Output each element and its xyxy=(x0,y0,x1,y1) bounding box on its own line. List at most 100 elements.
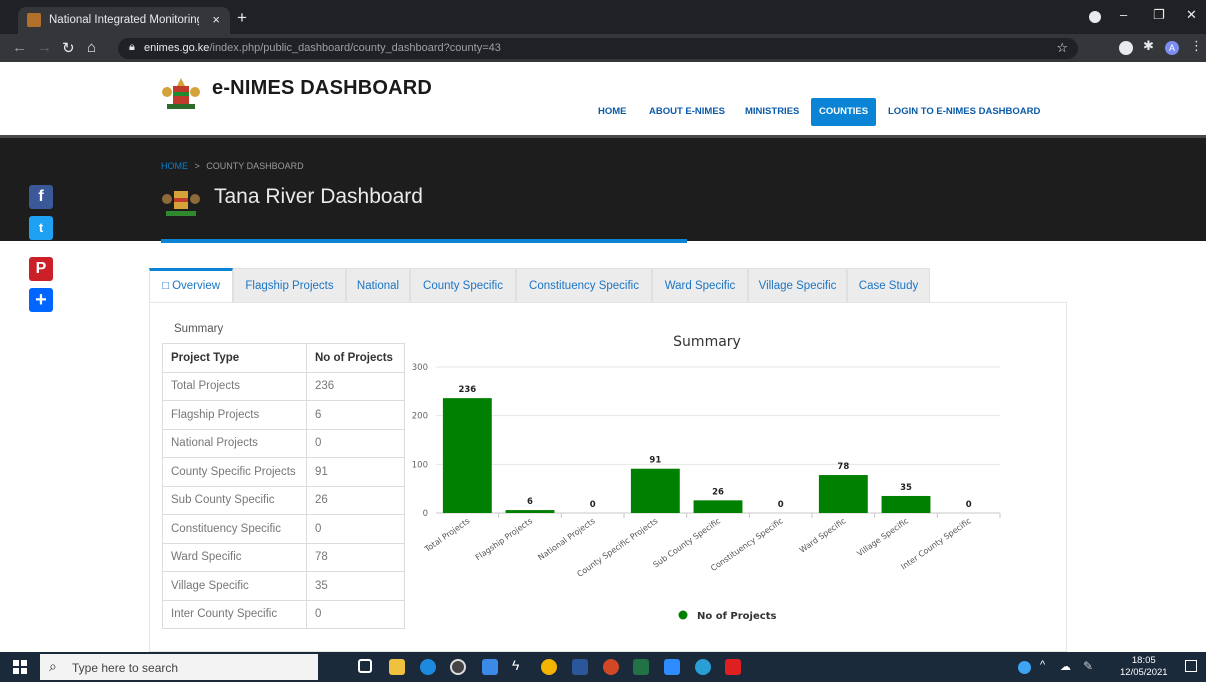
breadcrumb-current: COUNTY DASHBOARD xyxy=(206,161,304,171)
site-brand[interactable]: e-NIMES DASHBOARD xyxy=(212,77,432,100)
back-icon[interactable]: ← xyxy=(12,39,27,56)
tab-county-specific[interactable]: County Specific xyxy=(410,268,516,302)
pen-icon[interactable]: ✎ xyxy=(1083,659,1093,673)
telegram-icon[interactable] xyxy=(695,659,711,675)
y-tick-label: 100 xyxy=(412,460,428,470)
row-count: 78 xyxy=(306,542,405,572)
pinterest-icon: P xyxy=(35,260,47,277)
reload-icon[interactable]: ↻ xyxy=(62,39,75,57)
table-row: Total Projects 236 xyxy=(162,371,405,401)
zoom-icon[interactable] xyxy=(664,659,680,675)
row-type: National Projects xyxy=(162,428,307,458)
weather-icon[interactable] xyxy=(1018,661,1031,674)
taskbar-search-input[interactable]: ⌕ Type here to search xyxy=(40,654,318,680)
nav-ministries[interactable]: MINISTRIES xyxy=(745,98,799,126)
windows-start-icon[interactable] xyxy=(13,660,27,674)
plus-icon: + xyxy=(35,289,47,311)
chart-x-labels: Total Projects Flagship Projects National … xyxy=(422,516,973,579)
dropbox-icon[interactable] xyxy=(482,659,498,675)
browser-tab-title: National Integrated Monitoring a xyxy=(49,14,199,26)
search-placeholder: Type here to search xyxy=(72,661,179,675)
bar[interactable] xyxy=(818,475,868,513)
tab-ward-specific[interactable]: Ward Specific xyxy=(652,268,748,302)
table-row: National Projects 0 xyxy=(162,428,405,458)
chevron-up-icon[interactable]: ^ xyxy=(1040,659,1045,671)
breadcrumb: HOME > COUNTY DASHBOARD xyxy=(161,161,304,171)
bar[interactable] xyxy=(693,500,743,513)
bar-value-label: 35 xyxy=(900,483,912,493)
table-row: Ward Specific 78 xyxy=(162,542,405,572)
new-tab-button[interactable]: + xyxy=(237,8,247,28)
address-bar[interactable]: 🔒︎ enimes.go.ke/index.php/public_dashboa… xyxy=(118,38,1078,59)
breadcrumb-home[interactable]: HOME xyxy=(161,161,188,171)
file-explorer-icon[interactable] xyxy=(389,659,405,675)
bookmark-star-icon[interactable]: ☆ xyxy=(1056,40,1068,56)
taskbar-clock[interactable]: 18:05 12/05/2021 xyxy=(1120,655,1168,679)
bar[interactable] xyxy=(505,510,555,513)
word-icon[interactable] xyxy=(572,659,588,675)
maximize-button[interactable]: ❐ xyxy=(1153,7,1165,23)
bar[interactable] xyxy=(881,495,931,513)
tab-flagship-projects[interactable]: Flagship Projects xyxy=(233,268,346,302)
nav-home[interactable]: HOME xyxy=(598,98,627,126)
pdf-reader-icon[interactable] xyxy=(725,659,741,675)
tab-constituency-specific[interactable]: Constituency Specific xyxy=(516,268,652,302)
tab-overview[interactable]: □ Overview xyxy=(149,268,233,302)
x-tick-label: Sub County Specific xyxy=(651,516,722,569)
summary-table: Project Type No of Projects Total Projec… xyxy=(162,343,405,629)
profile-menu-icon[interactable] xyxy=(1089,11,1101,23)
row-type: Flagship Projects xyxy=(162,400,307,430)
lock-icon: 🔒︎ xyxy=(129,41,135,53)
bar-value-label: 78 xyxy=(837,462,849,472)
forward-icon[interactable]: → xyxy=(37,39,52,56)
media-icon[interactable] xyxy=(450,659,466,675)
minimize-button[interactable]: – xyxy=(1120,7,1127,22)
cloud-icon[interactable]: ☁ xyxy=(1060,660,1071,673)
extension-icon[interactable] xyxy=(1119,41,1133,55)
tab-national[interactable]: National xyxy=(346,268,410,302)
table-row: Sub County Specific 26 xyxy=(162,485,405,515)
edge-icon[interactable] xyxy=(420,659,436,675)
row-count: 0 xyxy=(306,599,405,629)
excel-icon[interactable] xyxy=(633,659,649,675)
notifications-icon[interactable] xyxy=(1185,660,1197,672)
table-row: Flagship Projects 6 xyxy=(162,400,405,430)
clock-time: 18:05 xyxy=(1131,655,1156,666)
facebook-share-button[interactable]: f xyxy=(29,185,53,209)
row-count: 0 xyxy=(306,428,405,458)
extensions-puzzle-icon[interactable]: ✱ xyxy=(1143,38,1157,53)
close-window-button[interactable]: ✕ xyxy=(1186,7,1197,23)
browser-menu-icon[interactable]: ⋮ xyxy=(1190,38,1204,53)
home-icon[interactable]: ⌂ xyxy=(87,39,96,56)
tab-case-study[interactable]: Case Study xyxy=(847,268,930,302)
nav-counties[interactable]: COUNTIES xyxy=(811,98,877,126)
nav-login[interactable]: LOGIN TO E-NIMES DASHBOARD xyxy=(888,98,1040,126)
pinterest-share-button[interactable]: P xyxy=(29,257,53,281)
chart-legend[interactable]: No of Projects xyxy=(678,610,777,623)
browser-tab[interactable]: National Integrated Monitoring a × xyxy=(18,7,230,34)
avatar[interactable]: A xyxy=(1165,41,1179,55)
browser-tab-strip: National Integrated Monitoring a × + – ❐… xyxy=(0,0,1206,34)
lightning-app-icon[interactable]: ϟ xyxy=(512,657,528,673)
powerpoint-icon[interactable] xyxy=(603,659,619,675)
summary-bar-chart: Summary 0 100 200 300 236 6 0 91 26 0 78 35 0 Total… xyxy=(412,334,1001,623)
twitter-share-button[interactable]: t xyxy=(29,216,53,240)
nav-about[interactable]: ABOUT E-NIMES xyxy=(649,98,725,126)
coat-of-arms-logo xyxy=(162,78,200,109)
site-header: e-NIMES DASHBOARD HOME ABOUT E-NIMES MIN… xyxy=(0,62,1206,135)
row-count: 236 xyxy=(306,371,405,401)
x-tick-label: Flagship Projects xyxy=(474,516,534,562)
page-banner: HOME > COUNTY DASHBOARD Tana River Dashb… xyxy=(0,135,1206,243)
bar-value-label: 0 xyxy=(778,500,784,510)
bar[interactable] xyxy=(630,468,680,513)
tab-village-specific[interactable]: Village Specific xyxy=(748,268,847,302)
bar[interactable] xyxy=(442,398,492,513)
legend-label: No of Projects xyxy=(697,611,776,622)
row-count: 0 xyxy=(306,514,405,544)
tab-close-icon[interactable]: × xyxy=(212,12,220,27)
legend-swatch xyxy=(678,610,688,620)
row-type: Total Projects xyxy=(162,371,307,401)
task-view-icon[interactable] xyxy=(358,659,372,673)
chrome-icon[interactable] xyxy=(541,659,557,675)
more-share-button[interactable]: + xyxy=(29,288,53,312)
